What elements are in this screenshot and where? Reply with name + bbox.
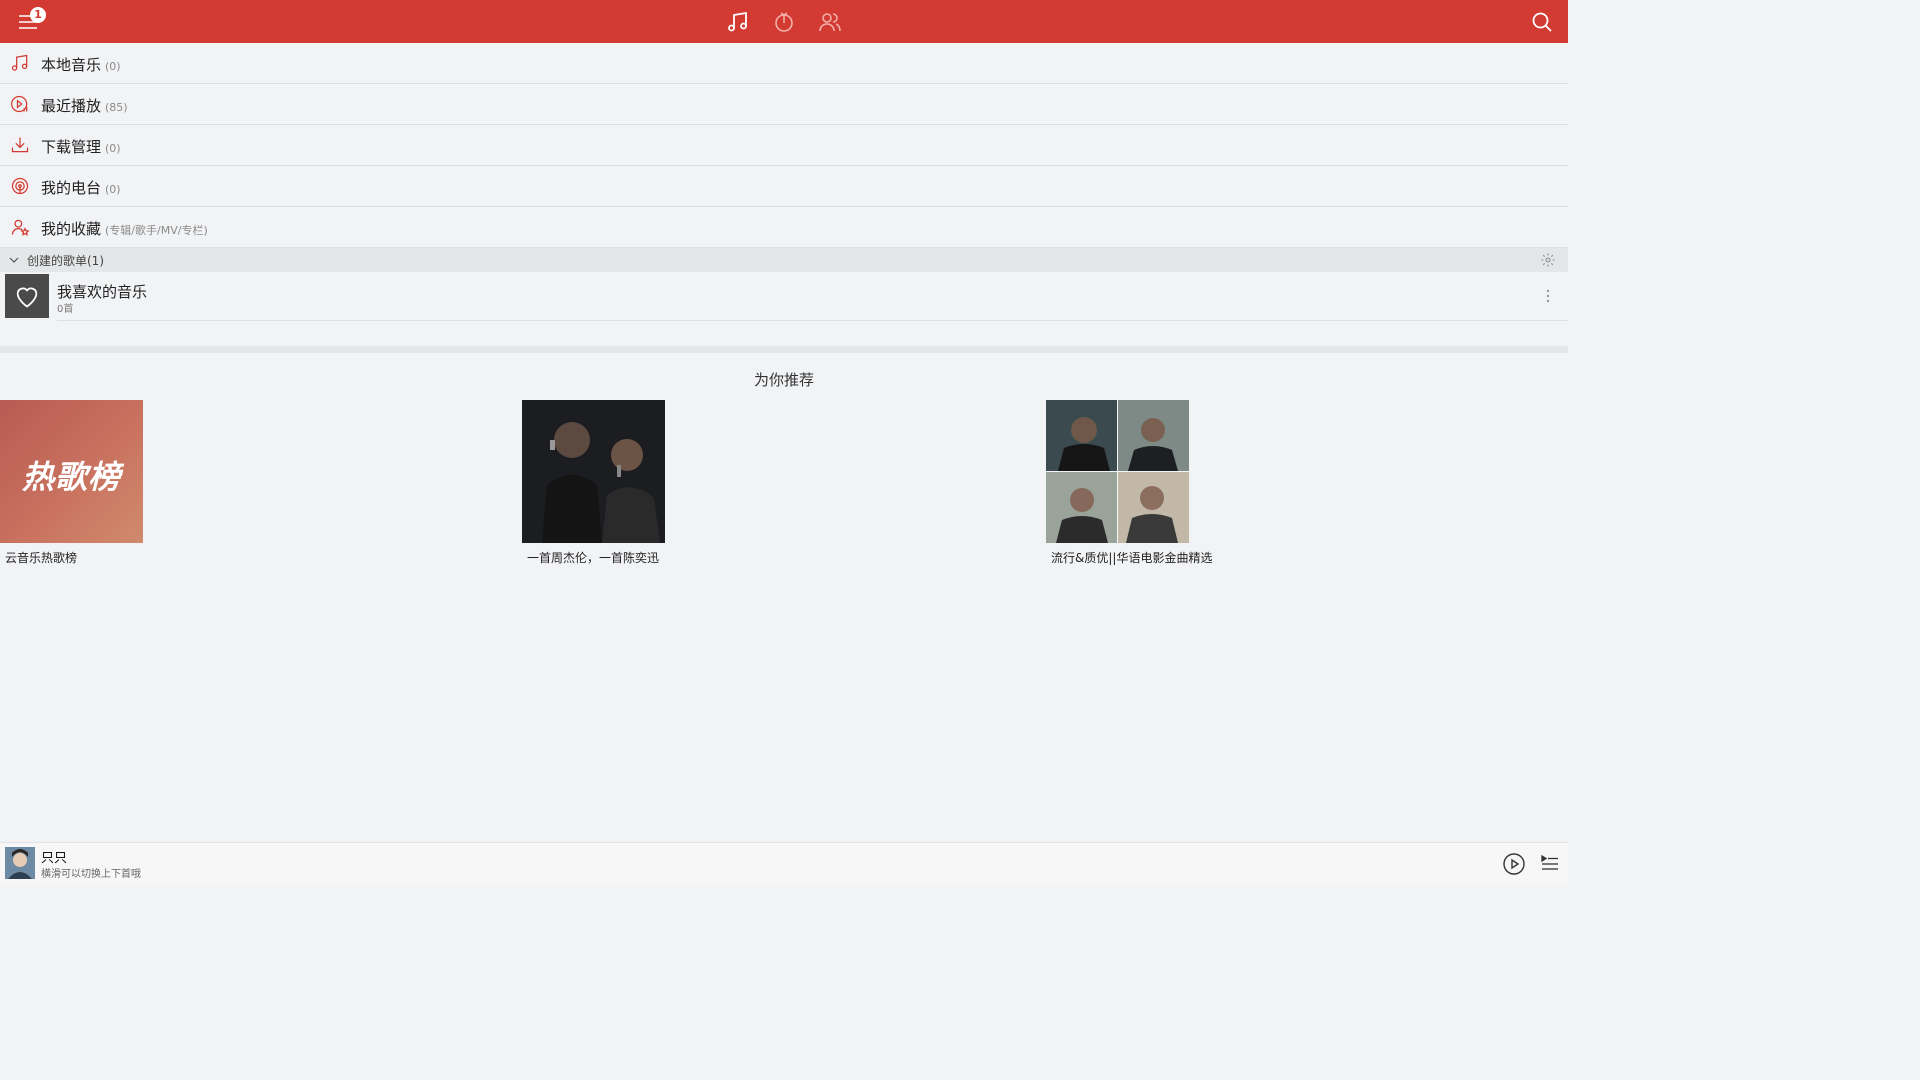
menu-item-local-music[interactable]: 本地音乐 (0) <box>0 43 1568 84</box>
tab-radio[interactable] <box>772 10 796 34</box>
menu-item-label: 最近播放 <box>41 97 102 115</box>
menu-item-my-collection[interactable]: 我的收藏 (专辑/歌手/MV/专栏) <box>0 207 1568 248</box>
playlist-row-liked-music[interactable]: 我喜欢的音乐 0首 <box>0 272 1568 321</box>
more-icon[interactable] <box>1542 288 1554 304</box>
recent-play-icon <box>10 94 30 114</box>
music-note-icon <box>10 53 30 73</box>
play-icon <box>1503 853 1525 875</box>
heart-icon <box>13 282 41 310</box>
radio-icon <box>775 12 793 32</box>
recommend-card-hot-songs[interactable]: 热歌榜 云音乐热歌榜 <box>0 400 143 565</box>
menu-item-count: (0) <box>105 142 121 155</box>
menu-item-my-radio[interactable]: 我的电台 (0) <box>0 166 1568 207</box>
recommend-cover: 热歌榜 <box>0 400 143 543</box>
my-music-menu: 本地音乐 (0) 最近播放 (85) 下载管理 (0) 我的电台 (0) 我的收藏 (专辑… <box>0 43 1568 248</box>
album-art <box>5 847 35 879</box>
menu-item-recent-play[interactable]: 最近播放 (85) <box>0 84 1568 125</box>
playlist-name: 我喜欢的音乐 <box>57 283 148 301</box>
recommend-caption: 一首周杰伦，一首陈奕迅 <box>527 551 660 565</box>
collection-icon <box>10 217 30 237</box>
now-playing-hint: 横滑可以切换上下首哦 <box>41 869 141 880</box>
menu-item-label: 下载管理 <box>41 138 102 156</box>
divider <box>57 320 1568 321</box>
recommend-card-jay-eason[interactable]: 一首周杰伦，一首陈奕迅 <box>522 400 665 565</box>
recommend-caption: 流行&质优||华语电影金曲精选 <box>1051 551 1213 565</box>
search-icon[interactable] <box>1530 10 1554 34</box>
playlist-cover <box>5 274 49 318</box>
queue-icon <box>1541 854 1558 870</box>
created-playlists-title: 创建的歌单(1) <box>27 254 104 268</box>
menu-item-count: (85) <box>105 101 128 114</box>
menu-item-count: (专辑/歌手/MV/专栏) <box>105 224 208 237</box>
recommend-title: 为你推荐 <box>753 371 814 389</box>
top-bar: 1 <box>0 0 1568 43</box>
play-button[interactable] <box>1502 852 1526 876</box>
download-icon <box>10 135 30 155</box>
menu-item-download[interactable]: 下载管理 (0) <box>0 125 1568 166</box>
created-playlists-header[interactable]: 创建的歌单(1) <box>0 248 1568 272</box>
tab-music[interactable] <box>726 10 750 34</box>
now-playing-title: 只只 <box>41 851 68 866</box>
recommend-cover-text: 热歌榜 <box>21 458 121 496</box>
playlist-track-count: 0首 <box>57 304 74 315</box>
music-note-icon <box>728 11 747 32</box>
menu-item-count: (0) <box>105 60 121 73</box>
radio-icon <box>10 176 30 196</box>
chevron-down-icon <box>8 254 20 266</box>
recommend-card-movie-songs[interactable]: 流行&质优||华语电影金曲精选 <box>1046 400 1212 565</box>
notification-badge: 1 <box>30 7 46 23</box>
menu-item-label: 我的电台 <box>41 179 102 197</box>
menu-item-label: 我的收藏 <box>41 220 102 238</box>
gear-icon[interactable] <box>1540 252 1556 268</box>
menu-item-count: (0) <box>105 183 121 196</box>
section-divider <box>0 346 1568 353</box>
recommend-cover <box>1046 400 1189 543</box>
recommend-cover <box>522 400 665 543</box>
menu-item-label: 本地音乐 <box>41 56 102 74</box>
friends-icon <box>819 13 841 32</box>
mini-player[interactable]: 只只 横滑可以切换上下首哦 <box>0 842 1568 883</box>
tab-friends[interactable] <box>818 10 842 34</box>
recommend-caption: 云音乐热歌榜 <box>5 551 78 565</box>
playlist-queue-button[interactable] <box>1540 853 1560 873</box>
